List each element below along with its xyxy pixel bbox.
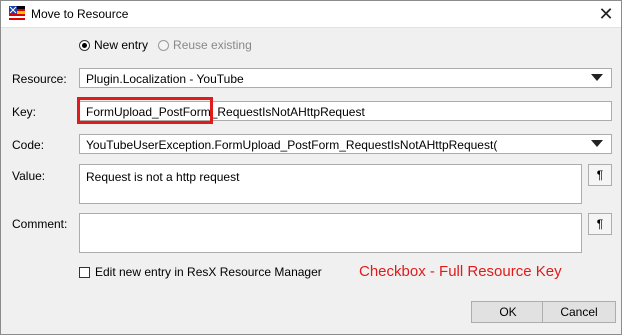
title-bar: Move to Resource ✕: [1, 1, 621, 28]
ok-button[interactable]: OK: [471, 301, 545, 323]
code-label: Code:: [12, 138, 45, 152]
value-text: Request is not a http request: [86, 170, 240, 184]
radio-new-entry-indicator[interactable]: [79, 39, 90, 51]
code-dropdown[interactable]: YouTubeUserException.FormUpload_PostForm…: [79, 134, 612, 154]
comment-pilcrow-button[interactable]: ¶: [588, 213, 612, 235]
resource-value: Plugin.Localization - YouTube: [86, 72, 244, 86]
radio-new-entry[interactable]: New entry: [79, 38, 148, 52]
chevron-down-icon: [591, 74, 603, 81]
comment-label: Comment:: [12, 217, 68, 231]
highlight-box: [77, 97, 213, 124]
key-label: Key:: [12, 105, 37, 119]
pilcrow-icon: ¶: [596, 168, 604, 182]
radio-reuse-existing-indicator: [158, 39, 170, 51]
resource-label: Resource:: [12, 72, 67, 86]
radio-new-entry-label: New entry: [94, 38, 149, 52]
code-value: YouTubeUserException.FormUpload_PostForm…: [86, 138, 498, 152]
value-label: Value:: [12, 169, 46, 183]
radio-reuse-existing: Reuse existing: [158, 38, 252, 52]
value-textarea[interactable]: Request is not a http request: [79, 164, 582, 204]
edit-in-manager-checkbox[interactable]: [79, 266, 90, 278]
window-title: Move to Resource: [31, 7, 129, 21]
resource-dropdown[interactable]: Plugin.Localization - YouTube: [79, 68, 612, 88]
entry-mode-group: New entry Reuse existing: [79, 38, 252, 52]
edit-in-manager-option[interactable]: Edit new entry in ResX Resource Manager: [79, 265, 322, 279]
chevron-down-icon: [591, 140, 603, 147]
pilcrow-icon: ¶: [596, 217, 604, 231]
cancel-button[interactable]: Cancel: [542, 301, 616, 323]
comment-textarea[interactable]: [79, 213, 582, 253]
close-button[interactable]: ✕: [591, 1, 621, 27]
value-pilcrow-button[interactable]: ¶: [588, 164, 612, 186]
radio-reuse-existing-label: Reuse existing: [173, 38, 252, 52]
edit-in-manager-label: Edit new entry in ResX Resource Manager: [95, 265, 322, 279]
app-flag-icon: [9, 6, 25, 22]
close-icon: ✕: [598, 3, 614, 24]
annotation-text: Checkbox - Full Resource Key: [359, 263, 562, 280]
move-to-resource-dialog: Move to Resource ✕ New entry Reuse exist…: [0, 0, 622, 335]
